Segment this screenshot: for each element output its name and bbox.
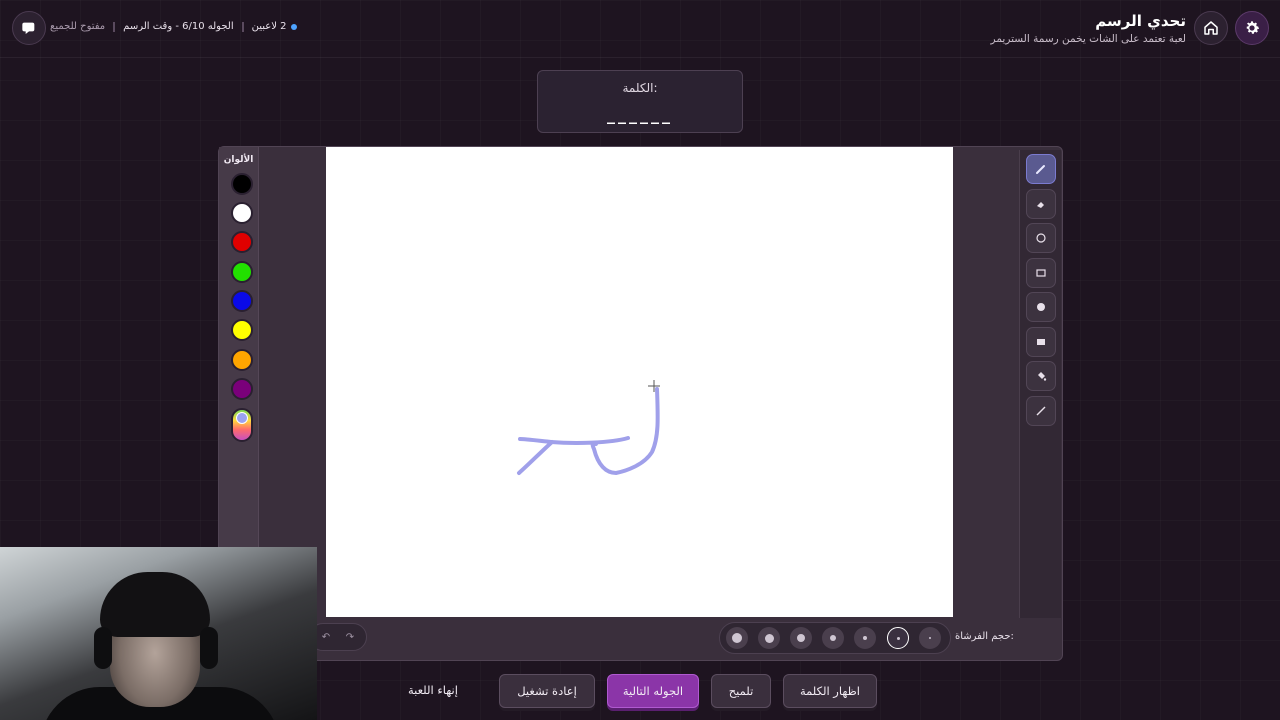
eraser-icon	[1037, 202, 1044, 208]
logo-icon	[22, 22, 35, 34]
home-button[interactable]	[1194, 11, 1228, 45]
board-bottom-bar: ↶ ↷ حجم الفرشاة:	[219, 617, 1062, 660]
gear-icon	[1246, 21, 1260, 34]
color-swatch-white[interactable]	[231, 202, 253, 224]
custom-color-picker[interactable]	[231, 408, 253, 442]
brush-size-s[interactable]	[854, 627, 876, 649]
game-status-bar: 2 لاعبين الجوله 6/10 - وقت الرسم مفتوح ل…	[50, 21, 297, 32]
logo-button[interactable]	[12, 11, 46, 45]
line-tool[interactable]	[1026, 396, 1056, 426]
brush-size-xl[interactable]	[726, 627, 748, 649]
colors-panel: الألوان	[219, 147, 259, 547]
app-subtitle: لعبة تعتمد على الشات يخمن رسمة الستريمر	[990, 33, 1186, 45]
drawing-board: الألوان ↶ ↷ حجم الفرشاة:	[218, 146, 1063, 661]
end-game-button[interactable]: إنهاء اللعبة	[408, 683, 458, 697]
brush-size-m[interactable]	[822, 627, 844, 649]
settings-button[interactable]	[1235, 11, 1269, 45]
fill-bucket-tool[interactable]	[1026, 361, 1056, 391]
drawing-canvas[interactable]	[326, 147, 953, 617]
color-swatch-red[interactable]	[231, 231, 253, 253]
eraser-tool[interactable]	[1026, 189, 1056, 219]
home-icon	[1204, 21, 1218, 35]
brush-size-label: حجم الفرشاة:	[955, 631, 1014, 642]
restart-button[interactable]: إعادة تشغيل	[499, 674, 595, 708]
header: تحدي الرسم لعبة تعتمد على الشات يخمن رسم…	[0, 0, 1280, 58]
color-swatch-purple[interactable]	[231, 378, 253, 400]
color-swatch-yellow[interactable]	[231, 319, 253, 341]
players-label: 2 لاعبين	[251, 21, 287, 32]
brush-size-xs[interactable]	[887, 627, 909, 649]
circle-filled-tool[interactable]	[1026, 292, 1056, 322]
brush-icon	[1036, 165, 1045, 174]
undo-redo-group: ↶ ↷	[309, 623, 367, 651]
brush-tool[interactable]	[1026, 154, 1056, 184]
rectangle-filled-icon	[1037, 339, 1045, 345]
color-swatch-blue[interactable]	[231, 290, 253, 312]
undo-button[interactable]: ↶	[322, 632, 330, 643]
headphones-icon	[94, 627, 112, 669]
title-block: تحدي الرسم لعبة تعتمد على الشات يخمن رسم…	[991, 12, 1186, 45]
rectangle-outline-icon	[1036, 269, 1046, 277]
divider	[241, 21, 244, 32]
live-dot-icon	[290, 23, 297, 30]
color-swatch-green[interactable]	[231, 261, 253, 283]
show-word-button[interactable]: اظهار الكلمة	[783, 674, 877, 708]
brush-size-ml[interactable]	[790, 627, 812, 649]
tools-panel	[1019, 150, 1061, 618]
round-time: الجوله 6/10 - وقت الرسم	[123, 21, 234, 32]
players-count: 2 لاعبين	[252, 21, 297, 32]
divider	[113, 21, 116, 32]
brush-size-l[interactable]	[758, 627, 780, 649]
hint-button[interactable]: تلميح	[711, 674, 771, 708]
circle-outline-icon	[1036, 233, 1046, 243]
color-swatch-black[interactable]	[231, 173, 253, 195]
webcam-overlay	[0, 547, 317, 720]
brush-stroke	[517, 387, 660, 475]
drawing-svg	[517, 380, 660, 475]
rectangle-outline-tool[interactable]	[1026, 258, 1056, 288]
color-swatch-orange[interactable]	[231, 349, 253, 371]
word-box: الكلمة: ______	[537, 70, 743, 133]
custom-color-knob	[236, 412, 248, 424]
line-icon	[1036, 406, 1046, 416]
circle-filled-icon	[1037, 303, 1045, 311]
fill-bucket-icon	[1038, 372, 1047, 381]
webcam-person-hair	[100, 572, 210, 637]
colors-title: الألوان	[223, 155, 254, 165]
brush-size-group	[719, 622, 951, 654]
brush-size-xxs[interactable]	[919, 627, 941, 649]
app-title: تحدي الرسم	[1095, 12, 1186, 30]
word-label: الكلمة:	[622, 81, 658, 95]
access-status: مفتوح للجميع	[50, 21, 106, 32]
word-blanks: ______	[607, 105, 673, 124]
rectangle-filled-tool[interactable]	[1026, 327, 1056, 357]
headphones-icon	[200, 627, 218, 669]
next-round-button[interactable]: الجوله التالية	[607, 674, 699, 708]
redo-button[interactable]: ↷	[346, 632, 354, 643]
circle-outline-tool[interactable]	[1026, 223, 1056, 253]
